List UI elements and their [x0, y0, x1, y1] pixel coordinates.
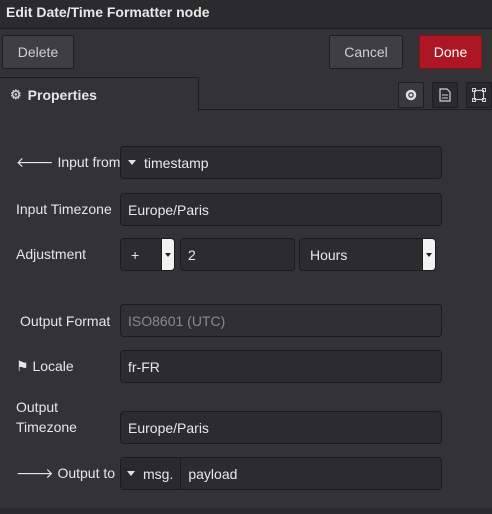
- tab-properties[interactable]: ⚙ Properties: [0, 77, 199, 111]
- adjustment-sign-value: +: [131, 246, 140, 263]
- chevron-down-icon[interactable]: [128, 160, 136, 165]
- chevron-down-icon: [127, 471, 135, 476]
- locale-value: fr-FR: [128, 358, 160, 375]
- adjustment-sign-select[interactable]: +: [120, 238, 175, 271]
- tab-bar: ⚙ Properties: [0, 77, 492, 111]
- output-to-value: payload: [188, 465, 238, 482]
- input-from-label: 🡐 Input from: [16, 154, 121, 170]
- output-to-label: 🡒 Output to: [16, 465, 116, 481]
- arrow-right-icon: 🡒: [16, 465, 54, 481]
- output-timezone-value: Europe/Paris: [128, 419, 209, 436]
- tab-properties-label: Properties: [27, 86, 97, 103]
- adjustment-amount-input[interactable]: 2: [180, 238, 295, 271]
- gear-icon[interactable]: [398, 82, 424, 108]
- output-timezone-label: Output Timezone: [16, 399, 77, 435]
- delete-button[interactable]: Delete: [2, 35, 74, 69]
- bottom-strip: [0, 508, 492, 514]
- output-format-label: Output Format: [20, 313, 111, 329]
- dialog-titlebar: Edit Date/Time Formatter node: [0, 0, 492, 29]
- chevron-down-icon[interactable]: [422, 239, 435, 270]
- locale-input[interactable]: fr-FR: [120, 350, 442, 383]
- locale-label: ⚑ Locale: [16, 358, 74, 374]
- appearance-icon[interactable]: [466, 82, 492, 108]
- input-from-value: timestamp: [144, 154, 209, 171]
- description-icon[interactable]: [432, 82, 458, 108]
- adjustment-unit-value: Hours: [310, 246, 348, 263]
- output-to-field[interactable]: msg. payload: [120, 457, 442, 490]
- arrow-left-icon: 🡐: [16, 154, 54, 170]
- output-format-placeholder: ISO8601 (UTC): [128, 312, 226, 329]
- adjustment-unit-select[interactable]: Hours: [299, 238, 436, 271]
- output-type-selector[interactable]: msg.: [121, 458, 182, 489]
- input-timezone-value: Europe/Paris: [128, 201, 209, 218]
- cancel-button[interactable]: Cancel: [329, 35, 403, 69]
- dialog-toolbar: Delete Cancel Done: [0, 29, 492, 75]
- output-type-value: msg.: [143, 465, 174, 482]
- gear-icon: ⚙: [10, 86, 22, 102]
- input-timezone-field[interactable]: Europe/Paris: [120, 193, 442, 226]
- chevron-down-icon[interactable]: [161, 239, 174, 270]
- output-timezone-input[interactable]: Europe/Paris: [120, 411, 442, 444]
- input-timezone-label: Input Timezone: [16, 201, 112, 217]
- dialog-title: Edit Date/Time Formatter node: [6, 4, 210, 20]
- adjustment-amount-value: 2: [188, 246, 196, 263]
- flag-icon: ⚑: [16, 358, 29, 374]
- output-format-input[interactable]: ISO8601 (UTC): [120, 304, 442, 337]
- done-button[interactable]: Done: [419, 35, 482, 69]
- adjustment-label: Adjustment: [16, 246, 87, 262]
- input-from-field[interactable]: timestamp: [120, 146, 442, 179]
